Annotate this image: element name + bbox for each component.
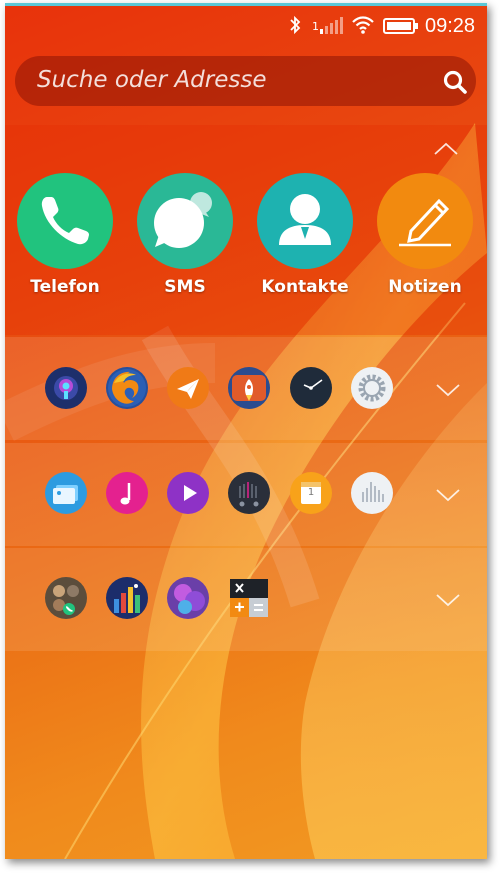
app-label-notizen: Notizen [388,277,462,297]
battery-icon [383,18,418,34]
wifi-icon [352,16,374,34]
calendar-icon[interactable]: 1 [290,472,332,514]
search-placeholder: Suche oder Adresse [37,67,267,93]
calendar-day: 1 [307,487,315,498]
pencil-icon[interactable] [377,173,473,269]
clock-icon[interactable] [290,367,332,409]
homescreen: 1 09:28 Suche oder Adresse Telefon SMS K… [5,3,487,859]
app-kontakte[interactable]: Kontakte [245,173,365,297]
status-clock: 09:28 [425,15,476,37]
app-label-telefon: Telefon [30,277,100,297]
rocket-app-icon[interactable] [228,367,270,409]
city-game-icon[interactable] [106,577,148,619]
paper-plane-icon[interactable] [167,367,209,409]
chevron-down-icon[interactable] [435,592,461,608]
search-input[interactable]: Suche oder Adresse [15,56,476,106]
purple-game-icon[interactable] [167,577,209,619]
person-icon[interactable] [257,173,353,269]
contacts-photo-app-icon[interactable] [45,577,87,619]
bluetooth-icon [290,15,301,35]
chat-bubbles-icon[interactable] [137,173,233,269]
search-icon[interactable] [442,69,468,95]
status-bar: 1 09:28 [5,6,487,46]
firefox-icon[interactable] [106,367,148,409]
equalizer-icon[interactable] [351,472,393,514]
gallery-icon[interactable] [45,472,87,514]
chevron-up-icon[interactable] [433,141,459,157]
app-sms[interactable]: SMS [125,173,245,297]
signal-icon: 1 [312,17,348,35]
chevron-down-icon[interactable] [435,382,461,398]
fm-radio-icon[interactable] [228,472,270,514]
podcast-app-icon[interactable] [45,367,87,409]
video-icon[interactable] [167,472,209,514]
calculator-icon[interactable] [228,577,270,619]
app-label-sms: SMS [164,277,206,297]
app-notizen[interactable]: Notizen [365,173,485,297]
app-telefon[interactable]: Telefon [5,173,125,297]
app-label-kontakte: Kontakte [261,277,349,297]
music-icon[interactable] [106,472,148,514]
settings-icon[interactable] [351,367,393,409]
phone-icon[interactable] [17,173,113,269]
chevron-down-icon[interactable] [435,487,461,503]
